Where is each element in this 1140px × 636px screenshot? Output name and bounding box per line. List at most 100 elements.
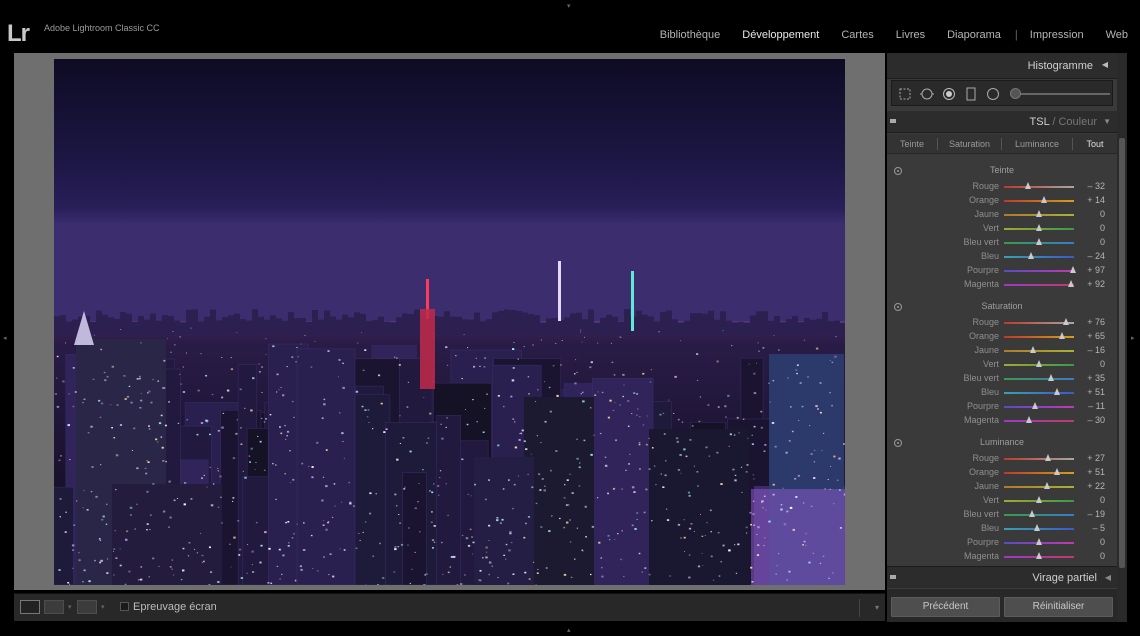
module-developpement[interactable]: Développement	[742, 29, 819, 41]
slider-value[interactable]: 0	[1100, 237, 1105, 247]
module-livres[interactable]: Livres	[896, 29, 925, 41]
slider-value[interactable]: – 30	[1087, 415, 1105, 425]
slider-value[interactable]: + 14	[1087, 195, 1105, 205]
module-web[interactable]: Web	[1106, 29, 1128, 41]
color-title-label[interactable]: Couleur	[1058, 116, 1097, 128]
slider-thumb[interactable]	[1062, 318, 1069, 325]
slider-thumb[interactable]	[1036, 496, 1042, 503]
slider-value[interactable]: 0	[1100, 537, 1105, 547]
slider-thumb[interactable]	[1045, 454, 1052, 461]
crop-tool-icon[interactable]	[898, 87, 912, 101]
view-options-chevron-icon[interactable]: ▾	[68, 603, 72, 611]
slider-track[interactable]	[1004, 186, 1074, 188]
tsl-panel-header[interactable]: TSL / Couleur ▼	[887, 111, 1117, 133]
slider-thumb[interactable]	[1036, 360, 1042, 367]
module-diaporama[interactable]: Diaporama	[947, 29, 1001, 41]
slider-value[interactable]: + 65	[1087, 331, 1105, 341]
previous-button[interactable]: Précédent	[891, 597, 1000, 617]
slider-thumb[interactable]	[1036, 224, 1042, 231]
slider-thumb[interactable]	[1053, 468, 1060, 475]
slider-track[interactable]	[1004, 392, 1074, 394]
bottom-panel-toggle-icon[interactable]: ▴	[567, 626, 571, 634]
slider-value[interactable]: + 27	[1087, 453, 1105, 463]
scrollbar-thumb[interactable]	[1119, 138, 1125, 568]
panel-switch-icon[interactable]	[890, 119, 896, 123]
slider-value[interactable]: + 51	[1087, 467, 1105, 477]
slider-thumb[interactable]	[1036, 538, 1042, 545]
slider-thumb[interactable]	[1043, 482, 1050, 489]
slider-track[interactable]	[1004, 514, 1074, 516]
slider-value[interactable]: 0	[1100, 551, 1105, 561]
slider-value[interactable]: 0	[1100, 359, 1105, 369]
tsl-title-label[interactable]: TSL	[1030, 116, 1050, 128]
split-toning-panel-header[interactable]: Virage partiel ◀	[887, 566, 1117, 588]
collapse-triangle-icon[interactable]: ◀	[1105, 573, 1111, 582]
left-panel-toggle-icon[interactable]: ◂	[3, 334, 7, 342]
slider-track[interactable]	[1004, 200, 1074, 202]
slider-track[interactable]	[1004, 284, 1074, 286]
photo-viewer[interactable]	[14, 53, 885, 590]
adjustment-brush-icon[interactable]	[1010, 88, 1021, 99]
slider-thumb[interactable]	[1069, 266, 1076, 273]
slider-track[interactable]	[1004, 350, 1074, 352]
slider-value[interactable]: – 16	[1087, 345, 1105, 355]
slider-value[interactable]: + 76	[1087, 317, 1105, 327]
collapse-triangle-icon[interactable]: ◀	[1102, 60, 1108, 69]
slider-thumb[interactable]	[1034, 524, 1041, 531]
tab-teinte[interactable]: Teinte	[887, 134, 937, 153]
slider-track[interactable]	[1004, 406, 1074, 408]
slider-thumb[interactable]	[1053, 388, 1060, 395]
slider-track[interactable]	[1004, 420, 1074, 422]
slider-value[interactable]: – 5	[1092, 523, 1105, 533]
slider-value[interactable]: + 92	[1087, 279, 1105, 289]
slider-thumb[interactable]	[1027, 252, 1034, 259]
slider-value[interactable]: + 51	[1087, 387, 1105, 397]
graduated-filter-icon[interactable]	[964, 87, 978, 101]
slider-track[interactable]	[1004, 378, 1074, 380]
compare-options-chevron-icon[interactable]: ▾	[101, 603, 105, 611]
slider-thumb[interactable]	[1025, 416, 1032, 423]
slider-thumb[interactable]	[1030, 346, 1037, 353]
slider-thumb[interactable]	[1029, 510, 1036, 517]
tab-tout[interactable]: Tout	[1073, 134, 1117, 153]
slider-value[interactable]: – 11	[1088, 401, 1105, 411]
slider-value[interactable]: 0	[1100, 209, 1105, 219]
slider-track[interactable]	[1004, 256, 1074, 258]
slider-value[interactable]: + 97	[1087, 265, 1105, 275]
module-impression[interactable]: Impression	[1030, 29, 1084, 41]
slider-track[interactable]	[1004, 458, 1074, 460]
slider-value[interactable]: + 22	[1087, 481, 1105, 491]
slider-thumb[interactable]	[1068, 280, 1075, 287]
expand-triangle-icon[interactable]: ▼	[1103, 117, 1111, 126]
slider-thumb[interactable]	[1040, 196, 1047, 203]
top-panel-toggle-icon[interactable]: ▾	[567, 2, 571, 10]
spot-removal-icon[interactable]	[920, 87, 934, 101]
right-panel-toggle-icon[interactable]: ▸	[1131, 334, 1135, 342]
panel-switch-icon[interactable]	[890, 575, 896, 579]
tab-saturation[interactable]: Saturation	[938, 134, 1001, 153]
module-cartes[interactable]: Cartes	[841, 29, 873, 41]
red-eye-icon[interactable]	[942, 87, 956, 101]
slider-track[interactable]	[1004, 270, 1074, 272]
slider-track[interactable]	[1004, 486, 1074, 488]
slider-value[interactable]: 0	[1100, 223, 1105, 233]
reset-button[interactable]: Réinitialiser	[1004, 597, 1113, 617]
histogram-panel-header[interactable]: Histogramme ◀	[887, 53, 1117, 79]
module-bibliotheque[interactable]: Bibliothèque	[660, 29, 721, 41]
slider-thumb[interactable]	[1036, 552, 1042, 559]
radial-filter-icon[interactable]	[986, 87, 1000, 101]
slider-thumb[interactable]	[1032, 402, 1039, 409]
slider-thumb[interactable]	[1024, 182, 1031, 189]
slider-track[interactable]	[1004, 472, 1074, 474]
tab-luminance[interactable]: Luminance	[1002, 134, 1072, 153]
slider-thumb[interactable]	[1048, 374, 1055, 381]
panel-scrollbar[interactable]	[1117, 53, 1127, 622]
slider-thumb[interactable]	[1036, 238, 1042, 245]
slider-thumb[interactable]	[1058, 332, 1065, 339]
slider-value[interactable]: – 24	[1087, 251, 1105, 261]
slider-thumb[interactable]	[1036, 210, 1042, 217]
slider-value[interactable]: + 35	[1087, 373, 1105, 383]
soft-proof-checkbox[interactable]	[120, 602, 129, 611]
toolbar-content-chevron-icon[interactable]: ▾	[859, 599, 879, 617]
soft-proof-label[interactable]: Epreuvage écran	[133, 601, 217, 613]
